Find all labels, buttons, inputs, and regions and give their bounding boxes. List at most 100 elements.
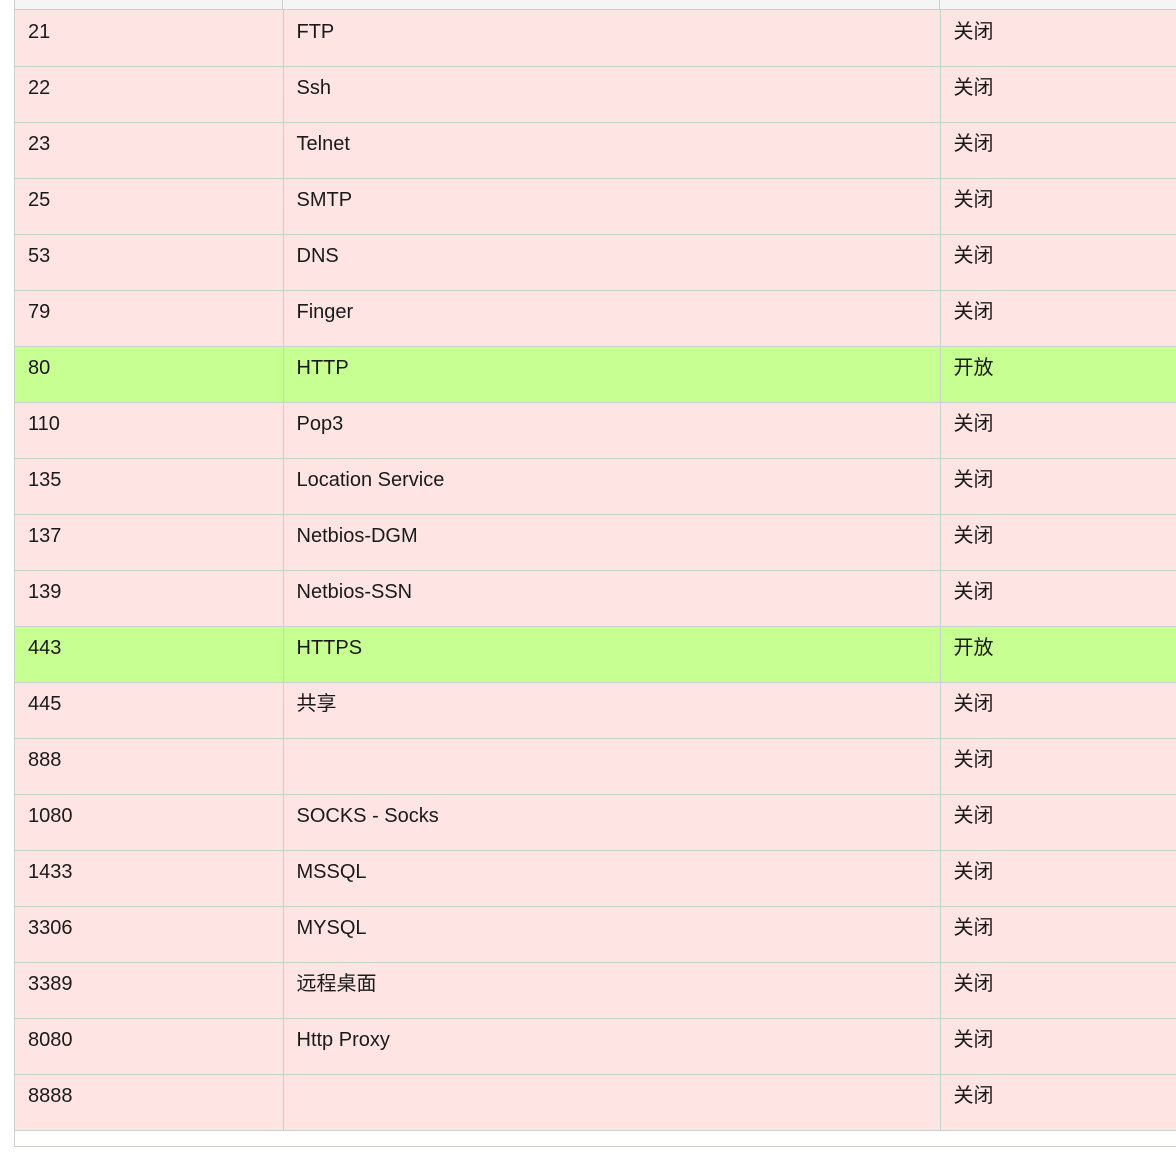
- status-cell-text: 关闭: [953, 805, 994, 827]
- status-cell-text: 关闭: [953, 525, 994, 547]
- port-cell-text: 8080: [28, 1029, 73, 1051]
- table-row: 21 FTP 关闭: [15, 10, 1176, 67]
- status-cell: 关闭: [940, 178, 1176, 235]
- header-cell-status: [940, 0, 1176, 9]
- status-cell: 开放: [940, 346, 1176, 403]
- port-cell: 79: [15, 290, 284, 347]
- service-cell-text: HTTP: [296, 357, 349, 379]
- status-cell: 关闭: [940, 1018, 1176, 1075]
- status-cell-text: 关闭: [953, 77, 994, 99]
- port-cell-text: 3389: [28, 973, 73, 995]
- service-cell-text: Netbios-DGM: [296, 525, 418, 547]
- status-cell: 关闭: [940, 514, 1176, 571]
- status-cell-text: 关闭: [953, 1029, 994, 1051]
- service-cell-text: Location Service: [296, 469, 445, 491]
- port-cell-text: 8888: [28, 1085, 73, 1107]
- table-row: 443 HTTPS 开放: [15, 626, 1176, 683]
- port-cell-text: 443: [28, 637, 62, 659]
- service-cell: FTP: [283, 10, 941, 67]
- service-cell: HTTP: [283, 346, 941, 403]
- status-cell-text: 关闭: [953, 1085, 994, 1107]
- service-cell-text: Finger: [296, 301, 354, 323]
- service-cell-text: DNS: [296, 245, 339, 267]
- status-cell: 关闭: [940, 570, 1176, 627]
- service-cell: Http Proxy: [283, 1018, 941, 1075]
- port-cell: 137: [15, 514, 284, 571]
- port-cell-text: 139: [28, 581, 62, 603]
- status-cell: 关闭: [940, 234, 1176, 291]
- port-cell: 23: [15, 122, 284, 179]
- port-cell: 8888: [15, 1074, 284, 1131]
- port-cell: 21: [15, 10, 284, 67]
- status-cell: 关闭: [940, 962, 1176, 1019]
- status-cell: 关闭: [940, 402, 1176, 459]
- service-cell: 共享: [283, 682, 941, 739]
- status-cell: 关闭: [940, 458, 1176, 515]
- table-row: 79 Finger 关闭: [15, 290, 1176, 347]
- port-scan-table-container: 21 FTP 关闭 22 Ssh 关闭 23 Telnet 关闭 25 SMTP 关闭 53 DNS 关闭 7…: [14, 0, 1176, 1147]
- table-row: 8888 关闭: [15, 1074, 1176, 1131]
- status-cell: 关闭: [940, 290, 1176, 347]
- status-cell: 关闭: [940, 850, 1176, 907]
- port-cell-text: 25: [28, 189, 51, 211]
- table-row: 135 Location Service 关闭: [15, 458, 1176, 515]
- port-rows: 21 FTP 关闭 22 Ssh 关闭 23 Telnet 关闭 25 SMTP 关闭 53 DNS 关闭 7…: [15, 10, 1176, 1131]
- status-cell: 关闭: [940, 794, 1176, 851]
- service-cell: Location Service: [283, 458, 941, 515]
- service-cell: MSSQL: [283, 850, 941, 907]
- port-cell: 53: [15, 234, 284, 291]
- service-cell-text: SOCKS - Socks: [296, 805, 439, 827]
- table-row: 25 SMTP 关闭: [15, 178, 1176, 235]
- service-cell-text: SMTP: [296, 189, 353, 211]
- service-cell: Telnet: [283, 122, 941, 179]
- status-cell-text: 关闭: [953, 245, 994, 267]
- port-cell: 1433: [15, 850, 284, 907]
- port-cell-text: 3306: [28, 917, 73, 939]
- port-cell-text: 137: [28, 525, 62, 547]
- service-cell-text: 共享: [296, 693, 337, 715]
- status-cell-text: 关闭: [953, 581, 994, 603]
- status-cell-text: 开放: [953, 637, 994, 659]
- status-cell-text: 关闭: [953, 301, 994, 323]
- service-cell: DNS: [283, 234, 941, 291]
- table-row: 110 Pop3 关闭: [15, 402, 1176, 459]
- port-cell: 8080: [15, 1018, 284, 1075]
- port-cell-text: 1080: [28, 805, 73, 827]
- table-row: 80 HTTP 开放: [15, 346, 1176, 403]
- status-cell-text: 关闭: [953, 973, 994, 995]
- service-cell: MYSQL: [283, 906, 941, 963]
- status-cell: 关闭: [940, 10, 1176, 67]
- status-cell-text: 关闭: [953, 189, 994, 211]
- service-cell: Pop3: [283, 402, 941, 459]
- status-cell: 关闭: [940, 122, 1176, 179]
- port-cell: 1080: [15, 794, 284, 851]
- table-row: 1080 SOCKS - Socks 关闭: [15, 794, 1176, 851]
- service-cell: Netbios-DGM: [283, 514, 941, 571]
- status-cell-text: 开放: [953, 357, 994, 379]
- service-cell: 远程桌面: [283, 962, 941, 1019]
- service-cell-text: 远程桌面: [296, 973, 377, 995]
- status-cell-text: 关闭: [953, 861, 994, 883]
- status-cell-text: 关闭: [953, 749, 994, 771]
- service-cell-text: MSSQL: [296, 861, 367, 883]
- port-cell: 22: [15, 66, 284, 123]
- service-cell-text: Http Proxy: [296, 1029, 390, 1051]
- status-cell: 关闭: [940, 906, 1176, 963]
- port-cell: 443: [15, 626, 284, 683]
- table-row: 53 DNS 关闭: [15, 234, 1176, 291]
- table-row: 3389 远程桌面 关闭: [15, 962, 1176, 1019]
- port-cell-text: 53: [28, 245, 51, 267]
- port-cell-text: 1433: [28, 861, 73, 883]
- table-row: 445 共享 关闭: [15, 682, 1176, 739]
- port-cell: 135: [15, 458, 284, 515]
- service-cell-text: MYSQL: [296, 917, 367, 939]
- service-cell: [283, 738, 941, 795]
- service-cell: Netbios-SSN: [283, 570, 941, 627]
- service-cell: Finger: [283, 290, 941, 347]
- table-row: 139 Netbios-SSN 关闭: [15, 570, 1176, 627]
- header-cell-port: [15, 0, 283, 9]
- port-cell-text: 23: [28, 133, 51, 155]
- service-cell: Ssh: [283, 66, 941, 123]
- port-cell: 139: [15, 570, 284, 627]
- table-row: 22 Ssh 关闭: [15, 66, 1176, 123]
